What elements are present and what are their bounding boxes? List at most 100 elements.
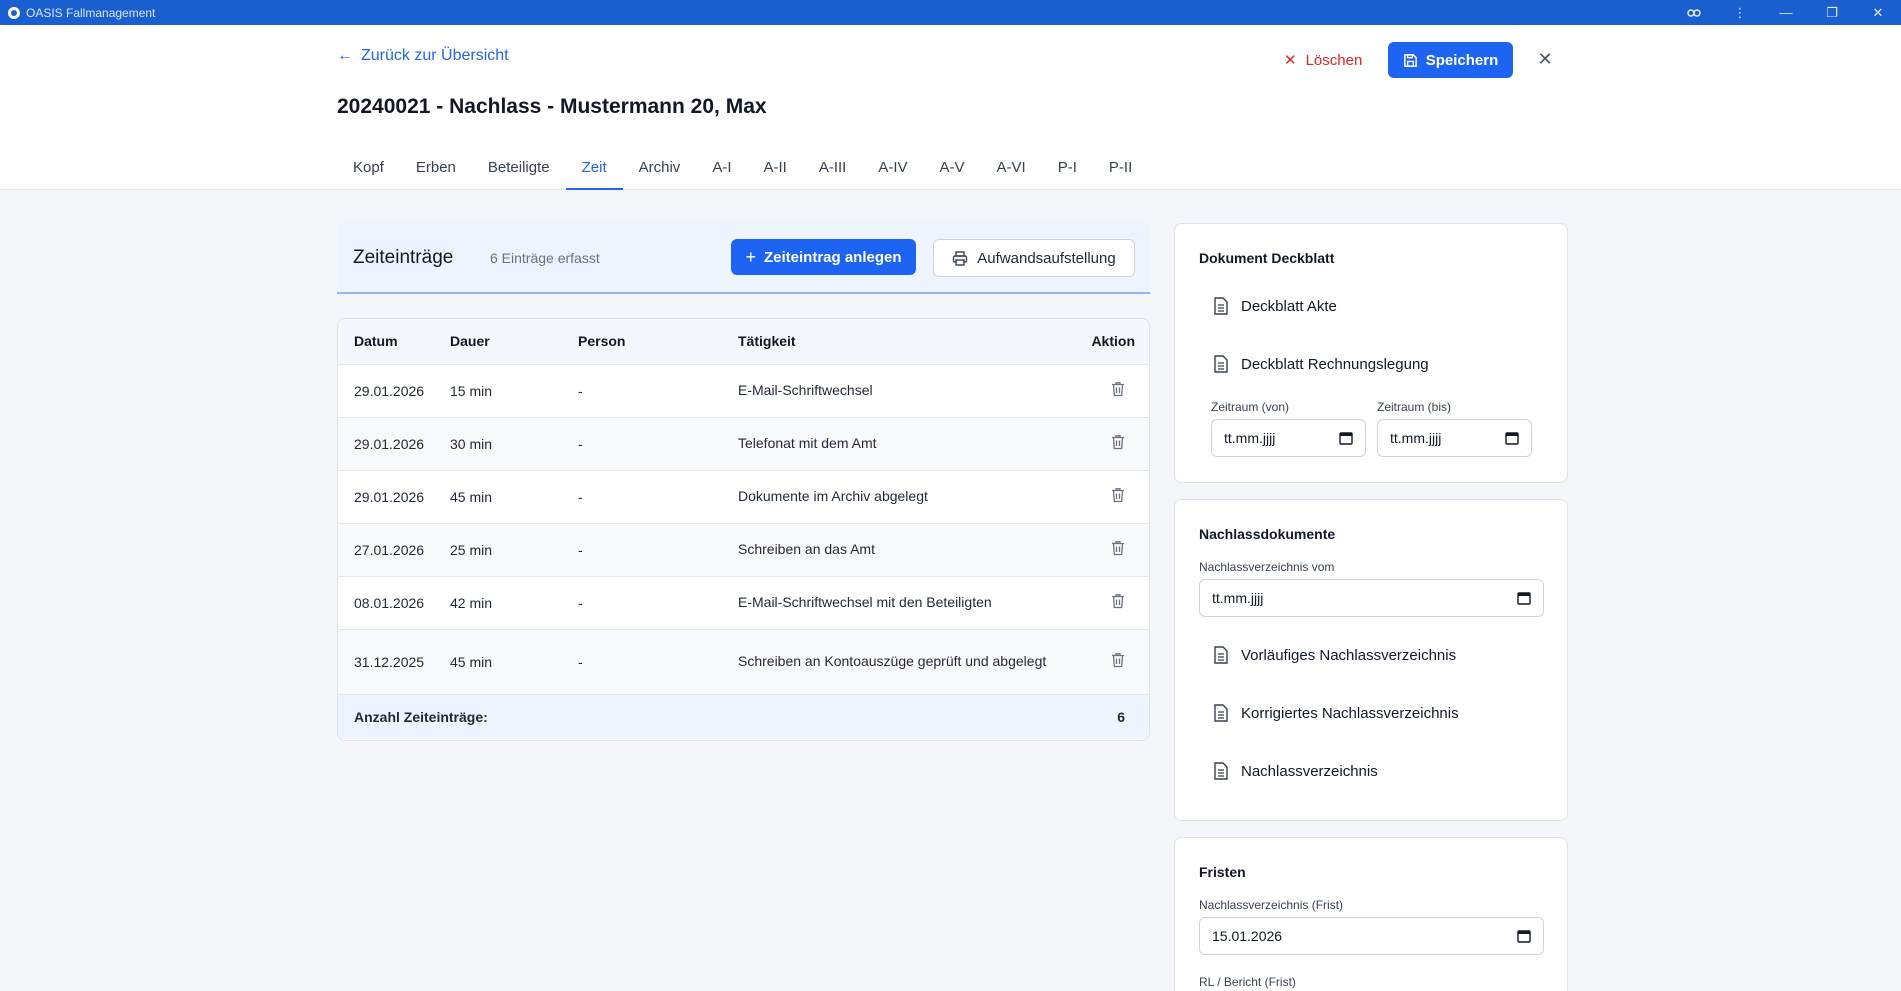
trash-icon[interactable] [1111,593,1125,609]
cell-activity: Schreiben an Kontoauszüge geprüft und ab… [738,629,1083,695]
tab-a-i[interactable]: A-I [696,145,747,190]
window-controls: ⋮ — ❐ ✕ [1671,0,1901,25]
table-row[interactable]: 29.01.2026 30 min - Telefonat mit dem Am… [338,417,1149,471]
cell-activity: E-Mail-Schriftwechsel [738,364,1083,418]
close-icon[interactable]: ✕ [1855,5,1901,21]
calendar-icon[interactable] [1339,431,1353,445]
table-footer-row: Anzahl Zeiteinträge: 6 [338,694,1149,739]
tab-a-v[interactable]: A-V [924,145,981,190]
period-from-value: tt.mm.jjjj [1224,430,1276,446]
tab-archiv[interactable]: Archiv [623,145,697,190]
time-entries-title: Zeiteinträge [353,247,454,268]
estate-documents-title: Nachlassdokumente [1199,526,1336,542]
tab-beteiligte[interactable]: Beteiligte [472,145,566,190]
tab-p-i[interactable]: P-I [1042,145,1093,190]
delete-button[interactable]: ✕ Löschen [1280,42,1366,78]
cell-person: - [578,629,738,695]
back-label: Zurück zur Übersicht [361,47,509,64]
save-button[interactable]: Speichern [1388,42,1513,78]
report-deadline-label: RL / Bericht (Frist) [1199,975,1296,989]
tab-a-ii[interactable]: A-II [747,145,802,190]
trash-icon[interactable] [1111,487,1125,503]
doc-link-cover-accounting[interactable]: Deckblatt Rechnungslegung [1213,355,1429,373]
cell-activity: Telefonat mit dem Amt [738,417,1083,471]
window-titlebar: OASIS Fallmanagement ⋮ — ❐ ✕ [0,0,1901,25]
more-icon[interactable]: ⋮ [1717,5,1763,21]
close-form-icon[interactable]: ✕ [1535,49,1555,69]
doc-link-corrected-inventory[interactable]: Korrigiertes Nachlassverzeichnis [1213,704,1459,722]
doc-link-inventory[interactable]: Nachlassverzeichnis [1213,762,1378,780]
table-row[interactable]: 29.01.2026 15 min - E-Mail-Schriftwechse… [338,364,1149,418]
document-icon [1214,704,1228,722]
cell-duration: 42 min [450,576,578,630]
key-icon[interactable] [1671,8,1717,18]
trash-icon[interactable] [1111,540,1125,556]
period-from-label: Zeitraum (von) [1211,400,1290,414]
tab-erben[interactable]: Erben [400,145,472,190]
period-from-input[interactable]: tt.mm.jjjj [1211,419,1366,457]
column-header-person[interactable]: Person [578,319,738,365]
deadlines-card: Fristen Nachlassverzeichnis (Frist) 15.0… [1174,837,1568,991]
doc-link-preliminary-inventory[interactable]: Vorläufiges Nachlassverzeichnis [1213,646,1456,664]
expense-report-button[interactable]: Aufwandsaufstellung [933,239,1135,277]
deadlines-title: Fristen [1199,864,1246,880]
restore-icon[interactable]: ❐ [1809,5,1855,21]
document-icon [1214,762,1228,780]
column-header-date[interactable]: Datum [338,319,450,365]
doc-label: Korrigiertes Nachlassverzeichnis [1241,704,1459,722]
trash-icon[interactable] [1111,381,1125,397]
cell-activity: E-Mail-Schriftwechsel mit den Beteiligte… [738,576,1083,630]
table-header-row: Datum Dauer Person Tätigkeit Aktion [338,319,1149,365]
footer-count: 6 [1117,708,1125,725]
expense-report-label: Aufwandsaufstellung [977,249,1116,267]
table-row[interactable]: 27.01.2026 25 min - Schreiben an das Amt [338,523,1149,577]
tab-a-iv[interactable]: A-IV [862,145,923,190]
column-header-duration[interactable]: Dauer [450,319,578,365]
inventory-deadline-label: Nachlassverzeichnis (Frist) [1199,898,1344,912]
plus-icon: + [745,246,756,267]
cell-duration: 45 min [450,629,578,695]
tab-kopf[interactable]: Kopf [337,145,400,190]
period-to-label: Zeitraum (bis) [1377,400,1452,414]
cell-duration: 30 min [450,417,578,471]
tab-zeit[interactable]: Zeit [565,145,623,190]
inventory-deadline-input[interactable]: 15.01.2026 [1199,917,1544,955]
tab-p-ii[interactable]: P-II [1093,145,1148,190]
cell-activity: Schreiben an das Amt [738,523,1083,577]
calendar-icon[interactable] [1517,591,1531,605]
page-header: ← Zurück zur Übersicht 20240021 - Nachla… [0,25,1901,190]
inventory-deadline-value: 15.01.2026 [1212,928,1283,944]
calendar-icon[interactable] [1517,929,1531,943]
tab-a-vi[interactable]: A-VI [981,145,1042,190]
time-entries-table: Datum Dauer Person Tätigkeit Aktion 29.0… [337,318,1150,741]
cell-date: 27.01.2026 [338,523,450,577]
delete-label: Löschen [1305,51,1363,69]
trash-icon[interactable] [1111,652,1125,668]
cell-date: 29.01.2026 [338,417,450,471]
minimize-icon[interactable]: — [1763,5,1809,20]
footer-label: Anzahl Zeiteinträge: [354,708,488,725]
cover-document-card: Dokument Deckblatt Deckblatt Akte Deckbl… [1174,223,1568,483]
cell-duration: 15 min [450,364,578,418]
calendar-icon[interactable] [1505,431,1519,445]
time-entries-header: Zeiteinträge 6 Einträge erfasst + Zeitei… [337,223,1150,294]
cell-activity: Dokumente im Archiv abgelegt [738,470,1083,524]
estate-inventory-date-input[interactable]: tt.mm.jjjj [1199,579,1544,617]
arrow-left-icon: ← [337,47,353,64]
printer-icon [953,250,968,266]
add-time-entry-button[interactable]: + Zeiteintrag anlegen [731,239,916,275]
cell-person: - [578,417,738,471]
table-row[interactable]: 31.12.2025 45 min - Schreiben an Kontoau… [338,629,1149,695]
tab-a-iii[interactable]: A-III [803,145,863,190]
doc-link-cover-file[interactable]: Deckblatt Akte [1213,297,1337,315]
time-entries-count: 6 Einträge erfasst [490,250,600,266]
table-row[interactable]: 29.01.2026 45 min - Dokumente im Archiv … [338,470,1149,524]
back-link[interactable]: ← Zurück zur Übersicht [337,47,509,65]
cell-person: - [578,576,738,630]
cell-date: 29.01.2026 [338,470,450,524]
trash-icon[interactable] [1111,434,1125,450]
column-header-activity[interactable]: Tätigkeit [738,319,1083,365]
doc-label: Deckblatt Akte [1241,297,1337,315]
table-row[interactable]: 08.01.2026 42 min - E-Mail-Schriftwechse… [338,576,1149,630]
period-to-input[interactable]: tt.mm.jjjj [1377,419,1532,457]
